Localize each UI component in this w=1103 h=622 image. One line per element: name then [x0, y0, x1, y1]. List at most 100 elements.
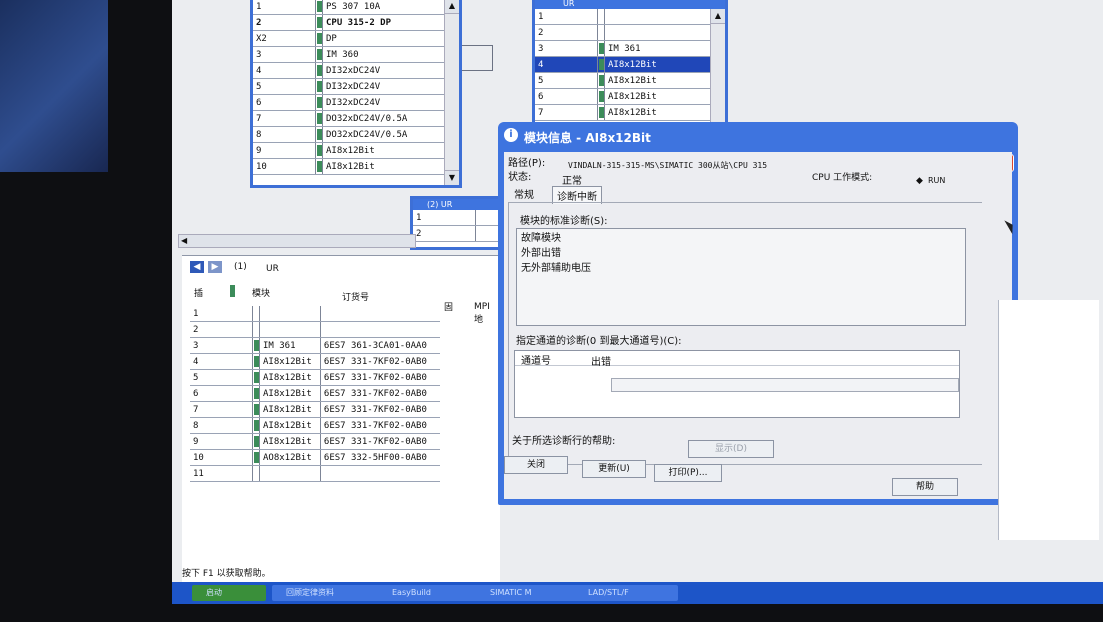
header-firmware[interactable]: 固 [444, 300, 453, 313]
table-row[interactable]: 1 PS 307 10A [253, 0, 459, 15]
table-row[interactable]: 7 AI8x12Bit 6ES7 331-7KF02-0AB0 [190, 401, 440, 418]
table-row[interactable]: 4 AI8x12Bit [535, 56, 725, 73]
hw-config-screen: 1 PS 307 10A 2 CPU 315-2 DP X2 DP 3 IM 360 4 DI32… [172, 0, 1103, 604]
module-cell: AI8x12Bit [259, 417, 321, 434]
scroll-up-icon[interactable]: ▲ [445, 0, 459, 14]
slot-cell: 7 [253, 110, 316, 127]
table-row[interactable]: 6 AI8x12Bit [535, 88, 725, 105]
module-cell [259, 465, 321, 482]
standard-diagnostics-list[interactable]: 故障模块 外部出错 无外部辅助电压 [516, 228, 966, 326]
scroll-up-icon[interactable]: ▲ [711, 9, 725, 24]
table-row[interactable]: 7 AI8x12Bit [535, 104, 725, 121]
channel-col-error[interactable]: 出错 [591, 353, 611, 368]
table-row[interactable]: 9 AI8x12Bit 6ES7 331-7KF02-0AB0 [190, 433, 440, 450]
module-mark-icon [315, 46, 323, 63]
header-mpi[interactable]: MPI 地 [474, 302, 500, 325]
table-row[interactable]: 3 IM 360 [253, 46, 459, 63]
close-button[interactable]: 关闭 [504, 456, 568, 474]
scroll-down-icon[interactable]: ▼ [445, 170, 459, 185]
dialog-body: 路径(P): VINDALN-315-315-MS\SIMATIC 300从站\… [504, 152, 1012, 499]
module-cell: DP [322, 30, 459, 47]
back-arrow-icon[interactable]: ◀ [190, 261, 204, 273]
table-row[interactable]: 2 [413, 225, 507, 242]
table-row[interactable]: 6 DI32xDC24V [253, 94, 459, 111]
module-cell: DO32xDC24V/0.5A [322, 126, 459, 143]
order-number-cell: 6ES7 331-7KF02-0AB0 [319, 417, 440, 434]
diag-item[interactable]: 故障模块 [517, 229, 965, 244]
module-cell: AI8x12Bit [322, 142, 459, 159]
table-row[interactable]: 4 AI8x12Bit 6ES7 331-7KF02-0AB0 [190, 353, 440, 370]
table-row[interactable]: 9 AI8x12Bit [253, 142, 459, 159]
table-row[interactable]: 1 [190, 306, 440, 322]
slot-cell: 5 [190, 369, 253, 386]
header-module[interactable]: 模块 [252, 286, 270, 299]
header-order-number[interactable]: 订货号 [342, 290, 369, 303]
taskbar-item[interactable]: LAD/STL/F [574, 585, 678, 601]
module-cell: DI32xDC24V [322, 94, 459, 111]
module-cell: AI8x12Bit [259, 385, 321, 402]
channel-diagnostics-list[interactable]: 通道号 出错 [514, 350, 960, 418]
module-cell [604, 24, 725, 41]
slot-cell: 1 [190, 306, 253, 322]
rack-ur-scrollbar[interactable]: ▲ [710, 9, 725, 131]
rack-main-scrollbar[interactable]: ▲ ▼ [444, 0, 459, 185]
module-mark-icon [315, 30, 323, 47]
diag-item[interactable]: 无外部辅助电压 [517, 259, 965, 274]
table-row[interactable]: 10 AI8x12Bit [253, 158, 459, 175]
channel-header-row: 通道号 出错 [515, 351, 959, 368]
table-row[interactable]: 2 [190, 321, 440, 338]
table-row[interactable]: 5 DI32xDC24V [253, 78, 459, 95]
slot-cell: 6 [535, 88, 598, 105]
table-row[interactable]: 5 AI8x12Bit [535, 72, 725, 89]
forward-arrow-icon[interactable]: ▶ [208, 261, 222, 273]
slot-cell: 8 [190, 417, 253, 434]
table-row[interactable]: 4 DI32xDC24V [253, 62, 459, 79]
header-slot[interactable]: 插 [194, 286, 203, 299]
print-button[interactable]: 打印(P)... [654, 464, 722, 482]
update-button[interactable]: 更新(U) [582, 460, 646, 478]
horizontal-scrollbar[interactable]: ◀ [178, 234, 416, 248]
table-row[interactable]: 3 IM 361 [535, 40, 725, 57]
rack-table-2: 1 2 [413, 210, 507, 242]
module-cell: AI8x12Bit [604, 104, 725, 121]
table-row[interactable]: 2 [535, 24, 725, 41]
table-row[interactable]: 2 CPU 315-2 DP [253, 14, 459, 31]
taskbar-item[interactable]: SIMATIC M [476, 585, 580, 601]
help-button[interactable]: 帮助 [892, 478, 958, 496]
table-row[interactable]: 8 AI8x12Bit 6ES7 331-7KF02-0AB0 [190, 417, 440, 434]
table-row[interactable]: 8 DO32xDC24V/0.5A [253, 126, 459, 143]
order-number-cell [319, 321, 440, 338]
rack-window-2: (2) UR 1 2 [410, 196, 510, 250]
module-mark-icon [252, 449, 260, 466]
table-row[interactable]: 1 [535, 9, 725, 25]
start-button[interactable]: 启动 [192, 585, 266, 601]
table-row[interactable]: 6 AI8x12Bit 6ES7 331-7KF02-0AB0 [190, 385, 440, 402]
table-row[interactable]: 1 [413, 210, 507, 226]
column-header-row: 插 模块 订货号 固 MPI 地 [182, 280, 500, 325]
table-row[interactable]: X2 DP [253, 30, 459, 47]
module-mark-icon [315, 94, 323, 111]
taskbar-item[interactable]: 回顾定律资料 [272, 585, 386, 601]
module-mark-icon [315, 158, 323, 175]
display-button[interactable]: 显示(D) [688, 440, 774, 458]
module-cell: IM 361 [604, 40, 725, 57]
scroll-left-icon[interactable]: ◀ [179, 236, 187, 245]
table-row[interactable]: 3 IM 361 6ES7 361-3CA01-0AA0 [190, 337, 440, 354]
slot-cell: 8 [253, 126, 316, 143]
tab-general[interactable]: 常规 [514, 186, 534, 201]
module-mark-icon [315, 0, 323, 15]
table-row[interactable]: 10 AO8x12Bit 6ES7 332-5HF00-0AB0 [190, 449, 440, 466]
slot-cell: 11 [190, 465, 253, 482]
order-number-cell: 6ES7 361-3CA01-0AA0 [319, 337, 440, 354]
channel-selected-row[interactable] [611, 378, 959, 392]
help-diag-label: 关于所选诊断行的帮助: [512, 436, 616, 447]
taskbar-item[interactable]: EasyBuild [378, 585, 482, 601]
slot-cell: 6 [253, 94, 316, 111]
diag-item[interactable]: 外部出错 [517, 244, 965, 259]
channel-col-number[interactable]: 通道号 [521, 352, 551, 367]
table-row[interactable]: 7 DO32xDC24V/0.5A [253, 110, 459, 127]
cpu-mode-value: RUN [928, 176, 946, 185]
table-row[interactable]: 5 AI8x12Bit 6ES7 331-7KF02-0AB0 [190, 369, 440, 386]
slot-cell: 2 [253, 14, 316, 31]
table-row[interactable]: 11 [190, 465, 440, 482]
